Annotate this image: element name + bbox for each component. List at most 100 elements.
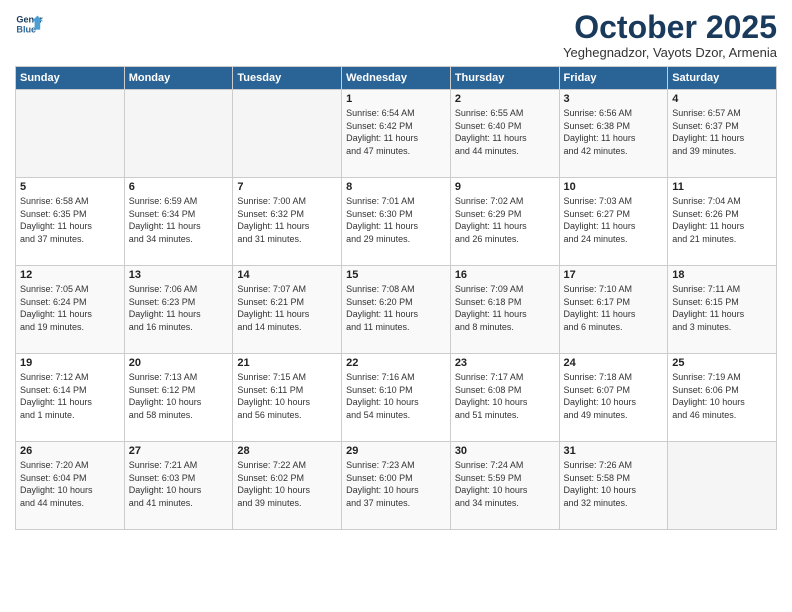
calendar-cell: 23 Sunrise: 7:17 AM Sunset: 6:08 PM Dayli… bbox=[450, 354, 559, 442]
day-number: 25 bbox=[672, 357, 772, 369]
day-info: Sunrise: 7:08 AM Sunset: 6:20 PM Dayligh… bbox=[346, 283, 446, 333]
header-row: SundayMondayTuesdayWednesdayThursdayFrid… bbox=[16, 67, 777, 90]
calendar-cell: 1 Sunrise: 6:54 AM Sunset: 6:42 PM Daylig… bbox=[342, 90, 451, 178]
calendar-cell: 16Sunrise: 7:09 AM Sunset: 6:18 PM Dayli… bbox=[450, 266, 559, 354]
day-number: 7 bbox=[237, 181, 337, 193]
day-info: Sunrise: 7:03 AM Sunset: 6:27 PM Dayligh… bbox=[564, 195, 664, 245]
weekday-header-tuesday: Tuesday bbox=[233, 67, 342, 90]
calendar-cell: 2 Sunrise: 6:55 AM Sunset: 6:40 PM Daylig… bbox=[450, 90, 559, 178]
calendar-table: SundayMondayTuesdayWednesdayThursdayFrid… bbox=[15, 66, 777, 530]
title-area: October 2025 Yeghegnadzor, Vayots Dzor, … bbox=[563, 10, 777, 60]
day-info: Sunrise: 7:17 AM Sunset: 6:08 PM Dayligh… bbox=[455, 371, 555, 421]
calendar-cell: 12Sunrise: 7:05 AM Sunset: 6:24 PM Dayli… bbox=[16, 266, 125, 354]
day-number: 23 bbox=[455, 357, 555, 369]
week-row-2: 5 Sunrise: 6:58 AM Sunset: 6:35 PM Daylig… bbox=[16, 178, 777, 266]
day-number: 14 bbox=[237, 269, 337, 281]
day-info: Sunrise: 7:24 AM Sunset: 5:59 PM Dayligh… bbox=[455, 459, 555, 509]
day-info: Sunrise: 7:26 AM Sunset: 5:58 PM Dayligh… bbox=[564, 459, 664, 509]
day-info: Sunrise: 7:13 AM Sunset: 6:12 PM Dayligh… bbox=[129, 371, 229, 421]
day-info: Sunrise: 6:56 AM Sunset: 6:38 PM Dayligh… bbox=[564, 107, 664, 157]
day-info: Sunrise: 7:05 AM Sunset: 6:24 PM Dayligh… bbox=[20, 283, 120, 333]
calendar-cell: 21Sunrise: 7:15 AM Sunset: 6:11 PM Dayli… bbox=[233, 354, 342, 442]
calendar-cell: 27 Sunrise: 7:21 AM Sunset: 6:03 PM Dayli… bbox=[124, 442, 233, 530]
calendar-cell: 20 Sunrise: 7:13 AM Sunset: 6:12 PM Dayli… bbox=[124, 354, 233, 442]
day-number: 20 bbox=[129, 357, 229, 369]
location-subtitle: Yeghegnadzor, Vayots Dzor, Armenia bbox=[563, 45, 777, 60]
day-info: Sunrise: 7:19 AM Sunset: 6:06 PM Dayligh… bbox=[672, 371, 772, 421]
day-number: 1 bbox=[346, 93, 446, 105]
day-info: Sunrise: 6:55 AM Sunset: 6:40 PM Dayligh… bbox=[455, 107, 555, 157]
day-info: Sunrise: 7:04 AM Sunset: 6:26 PM Dayligh… bbox=[672, 195, 772, 245]
week-row-5: 26Sunrise: 7:20 AM Sunset: 6:04 PM Dayli… bbox=[16, 442, 777, 530]
day-info: Sunrise: 7:11 AM Sunset: 6:15 PM Dayligh… bbox=[672, 283, 772, 333]
day-number: 15 bbox=[346, 269, 446, 281]
month-title: October 2025 bbox=[563, 10, 777, 45]
calendar-cell: 17Sunrise: 7:10 AM Sunset: 6:17 PM Dayli… bbox=[559, 266, 668, 354]
day-number: 30 bbox=[455, 445, 555, 457]
calendar-cell: 14 Sunrise: 7:07 AM Sunset: 6:21 PM Dayli… bbox=[233, 266, 342, 354]
day-info: Sunrise: 7:16 AM Sunset: 6:10 PM Dayligh… bbox=[346, 371, 446, 421]
day-number: 2 bbox=[455, 93, 555, 105]
day-info: Sunrise: 7:22 AM Sunset: 6:02 PM Dayligh… bbox=[237, 459, 337, 509]
calendar-cell: 26Sunrise: 7:20 AM Sunset: 6:04 PM Dayli… bbox=[16, 442, 125, 530]
calendar-cell: 10Sunrise: 7:03 AM Sunset: 6:27 PM Dayli… bbox=[559, 178, 668, 266]
day-info: Sunrise: 7:07 AM Sunset: 6:21 PM Dayligh… bbox=[237, 283, 337, 333]
day-number: 8 bbox=[346, 181, 446, 193]
week-row-3: 12Sunrise: 7:05 AM Sunset: 6:24 PM Dayli… bbox=[16, 266, 777, 354]
day-number: 4 bbox=[672, 93, 772, 105]
day-number: 19 bbox=[20, 357, 120, 369]
day-number: 27 bbox=[129, 445, 229, 457]
calendar-cell: 15 Sunrise: 7:08 AM Sunset: 6:20 PM Dayli… bbox=[342, 266, 451, 354]
day-number: 9 bbox=[455, 181, 555, 193]
calendar-cell: 4 Sunrise: 6:57 AM Sunset: 6:37 PM Daylig… bbox=[668, 90, 777, 178]
calendar-cell: 18 Sunrise: 7:11 AM Sunset: 6:15 PM Dayli… bbox=[668, 266, 777, 354]
day-number: 16 bbox=[455, 269, 555, 281]
day-info: Sunrise: 7:10 AM Sunset: 6:17 PM Dayligh… bbox=[564, 283, 664, 333]
day-number: 6 bbox=[129, 181, 229, 193]
header: General Blue October 2025 Yeghegnadzor, … bbox=[15, 10, 777, 60]
calendar-cell: 3Sunrise: 6:56 AM Sunset: 6:38 PM Daylig… bbox=[559, 90, 668, 178]
week-row-4: 19Sunrise: 7:12 AM Sunset: 6:14 PM Dayli… bbox=[16, 354, 777, 442]
day-number: 31 bbox=[564, 445, 664, 457]
calendar-cell: 11 Sunrise: 7:04 AM Sunset: 6:26 PM Dayli… bbox=[668, 178, 777, 266]
calendar-cell: 7Sunrise: 7:00 AM Sunset: 6:32 PM Daylig… bbox=[233, 178, 342, 266]
calendar-cell: 29 Sunrise: 7:23 AM Sunset: 6:00 PM Dayli… bbox=[342, 442, 451, 530]
day-info: Sunrise: 7:20 AM Sunset: 6:04 PM Dayligh… bbox=[20, 459, 120, 509]
day-info: Sunrise: 7:23 AM Sunset: 6:00 PM Dayligh… bbox=[346, 459, 446, 509]
day-info: Sunrise: 6:59 AM Sunset: 6:34 PM Dayligh… bbox=[129, 195, 229, 245]
calendar-cell: 19Sunrise: 7:12 AM Sunset: 6:14 PM Dayli… bbox=[16, 354, 125, 442]
day-number: 5 bbox=[20, 181, 120, 193]
calendar-cell: 9Sunrise: 7:02 AM Sunset: 6:29 PM Daylig… bbox=[450, 178, 559, 266]
calendar-cell: 22 Sunrise: 7:16 AM Sunset: 6:10 PM Dayli… bbox=[342, 354, 451, 442]
day-number: 22 bbox=[346, 357, 446, 369]
calendar-cell bbox=[16, 90, 125, 178]
page-container: General Blue October 2025 Yeghegnadzor, … bbox=[0, 0, 792, 612]
logo: General Blue bbox=[15, 10, 43, 38]
day-number: 18 bbox=[672, 269, 772, 281]
calendar-cell: 6 Sunrise: 6:59 AM Sunset: 6:34 PM Daylig… bbox=[124, 178, 233, 266]
calendar-cell: 13 Sunrise: 7:06 AM Sunset: 6:23 PM Dayli… bbox=[124, 266, 233, 354]
day-number: 28 bbox=[237, 445, 337, 457]
weekday-header-saturday: Saturday bbox=[668, 67, 777, 90]
calendar-cell: 30 Sunrise: 7:24 AM Sunset: 5:59 PM Dayli… bbox=[450, 442, 559, 530]
svg-text:Blue: Blue bbox=[16, 24, 36, 34]
day-number: 13 bbox=[129, 269, 229, 281]
day-info: Sunrise: 7:01 AM Sunset: 6:30 PM Dayligh… bbox=[346, 195, 446, 245]
day-info: Sunrise: 6:58 AM Sunset: 6:35 PM Dayligh… bbox=[20, 195, 120, 245]
calendar-cell: 8 Sunrise: 7:01 AM Sunset: 6:30 PM Daylig… bbox=[342, 178, 451, 266]
calendar-cell bbox=[668, 442, 777, 530]
day-number: 11 bbox=[672, 181, 772, 193]
day-info: Sunrise: 7:06 AM Sunset: 6:23 PM Dayligh… bbox=[129, 283, 229, 333]
calendar-cell: 28 Sunrise: 7:22 AM Sunset: 6:02 PM Dayli… bbox=[233, 442, 342, 530]
calendar-cell: 5 Sunrise: 6:58 AM Sunset: 6:35 PM Daylig… bbox=[16, 178, 125, 266]
day-number: 29 bbox=[346, 445, 446, 457]
day-info: Sunrise: 6:54 AM Sunset: 6:42 PM Dayligh… bbox=[346, 107, 446, 157]
day-number: 21 bbox=[237, 357, 337, 369]
logo-icon: General Blue bbox=[15, 10, 43, 38]
calendar-cell: 31 Sunrise: 7:26 AM Sunset: 5:58 PM Dayli… bbox=[559, 442, 668, 530]
weekday-header-friday: Friday bbox=[559, 67, 668, 90]
calendar-cell: 24Sunrise: 7:18 AM Sunset: 6:07 PM Dayli… bbox=[559, 354, 668, 442]
day-info: Sunrise: 6:57 AM Sunset: 6:37 PM Dayligh… bbox=[672, 107, 772, 157]
day-info: Sunrise: 7:21 AM Sunset: 6:03 PM Dayligh… bbox=[129, 459, 229, 509]
day-number: 24 bbox=[564, 357, 664, 369]
